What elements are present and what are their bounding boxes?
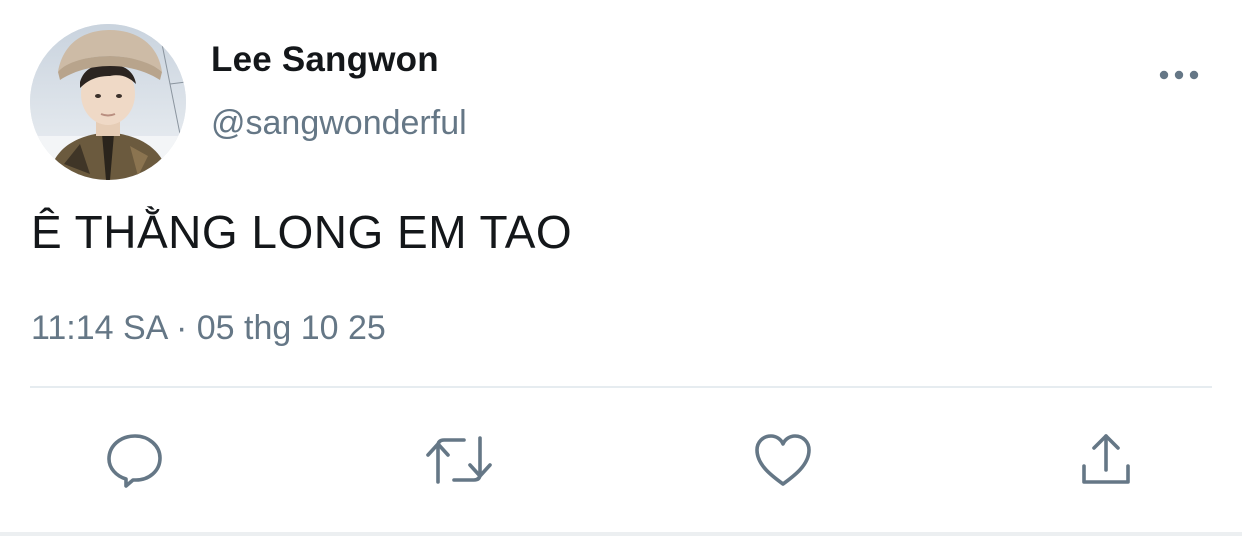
like-icon — [755, 434, 811, 486]
display-name[interactable]: Lee Sangwon — [211, 40, 439, 80]
share-icon — [1082, 434, 1130, 484]
tweet-text: Ê THẰNG LONG EM TAO — [31, 206, 573, 258]
avatar-photo — [30, 24, 186, 180]
reply-button[interactable] — [103, 428, 167, 492]
meta-separator: · — [175, 309, 188, 347]
like-button[interactable] — [752, 428, 816, 492]
avatar[interactable] — [30, 24, 186, 180]
user-handle[interactable]: @sangwonderful — [211, 104, 467, 143]
tweet-time: 11:14 SA — [31, 309, 167, 347]
retweet-button[interactable] — [424, 428, 494, 492]
bottom-border — [0, 532, 1242, 536]
reply-icon — [107, 434, 162, 488]
tweet-card: Lee Sangwon @sangwonderful Ê THẰNG LONG … — [0, 0, 1242, 552]
retweet-icon — [426, 436, 492, 484]
tweet-date: 05 thg 10 25 — [196, 309, 386, 347]
divider — [30, 386, 1212, 388]
more-dots-icon — [1159, 70, 1199, 80]
more-options-button[interactable] — [1152, 60, 1206, 90]
share-button[interactable] — [1074, 428, 1138, 492]
tweet-timestamp[interactable]: 11:14 SA · 05 thg 10 25 — [31, 309, 386, 348]
